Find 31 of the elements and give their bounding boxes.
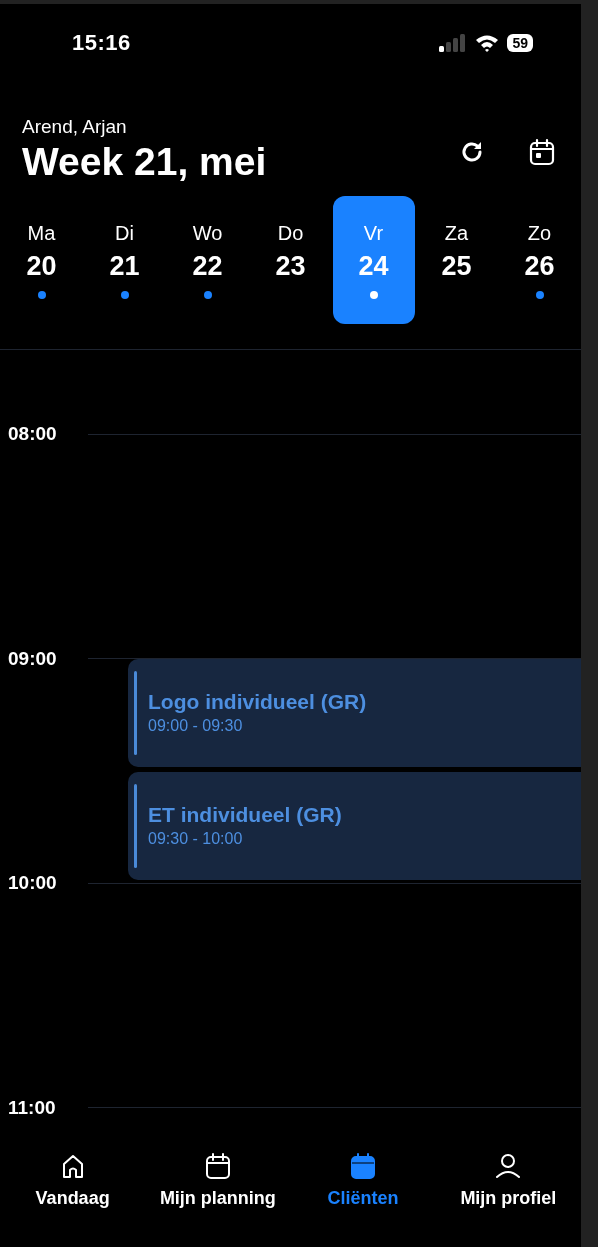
nav-tab[interactable]: Vandaag [0, 1152, 146, 1247]
day-tab[interactable]: Ma 20 [0, 196, 83, 324]
status-time: 15:16 [72, 30, 131, 56]
hour-label: 10:00 [7, 872, 58, 894]
nav-tab[interactable]: Cliënten [290, 1152, 436, 1247]
appointment-card[interactable]: Logo individueel (GR) 09:00 - 09:30 [128, 658, 581, 767]
calendar-icon [203, 1152, 232, 1180]
week-title: Week 21, mei [22, 140, 267, 184]
battery-level: 59 [507, 34, 533, 52]
calendar-button[interactable] [528, 138, 556, 166]
day-tab[interactable]: Wo 22 [166, 196, 249, 324]
appointment-time: 09:00 - 09:30 [148, 717, 244, 735]
hour-label: 09:00 [7, 647, 58, 670]
hour-label: 08:00 [7, 423, 58, 445]
appointment-time: 09:30 - 10:00 [148, 830, 244, 848]
day-tab[interactable]: Zo 26 [498, 196, 581, 324]
hour-label: 11:00 [7, 1096, 57, 1119]
appointment-card[interactable]: ET individueel (GR) 09:30 - 10:00 [128, 771, 581, 880]
appointment-title: ET individueel (GR) [148, 803, 342, 827]
signal-icon [439, 34, 468, 52]
day-tab[interactable]: Do 23 [249, 196, 332, 324]
appointment-title: Logo individueel (GR) [148, 690, 367, 714]
wifi-icon [475, 34, 500, 52]
day-tab[interactable]: Za 25 [415, 196, 498, 324]
user-name: Arend, Arjan [22, 116, 128, 138]
calendar-icon [349, 1152, 378, 1180]
day-tab[interactable]: Vr 24 [332, 196, 415, 324]
nav-tab[interactable]: Mijn profiel [435, 1152, 581, 1247]
person-icon [494, 1152, 523, 1180]
nav-tab[interactable]: Mijn planning [145, 1152, 291, 1247]
day-tab[interactable]: Di 21 [83, 196, 166, 324]
